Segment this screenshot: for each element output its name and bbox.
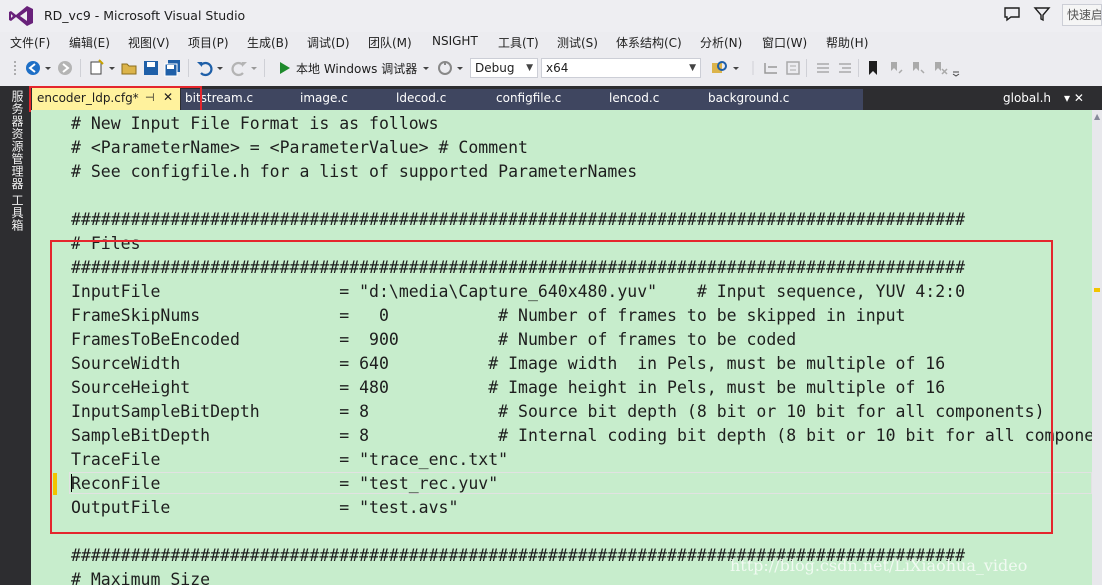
watermark: http://blog.csdn.net/LiXiaohua_video	[730, 556, 1028, 575]
navigate-back-icon[interactable]	[24, 59, 42, 77]
solution-platform-select[interactable]: x64 ▼	[541, 58, 701, 78]
toolbar-separator	[806, 59, 807, 77]
toolbar-separator	[264, 59, 265, 77]
code-line: ########################################…	[71, 210, 966, 229]
menu-window[interactable]: 窗口(W)	[762, 34, 807, 51]
start-debugging-icon[interactable]	[278, 59, 292, 77]
toolbar-grip-icon	[752, 61, 754, 75]
files-section-highlight-box	[50, 240, 1053, 534]
active-tab-highlight-box	[29, 86, 202, 112]
configuration-value: Debug	[475, 61, 515, 75]
chevron-down-icon: ▼	[689, 63, 696, 73]
browse-icon[interactable]	[436, 59, 454, 77]
back-dropdown-icon[interactable]	[44, 59, 52, 77]
menu-project[interactable]: 项目(P)	[188, 34, 229, 51]
toolbox-tab[interactable]: 工具箱	[9, 194, 26, 232]
tab-ldecod-c[interactable]: ldecod.c	[396, 91, 446, 105]
code-line: # Maximum Size	[71, 570, 211, 585]
undo-icon[interactable]	[196, 59, 214, 77]
tab-background-c[interactable]: background.c	[708, 91, 789, 105]
chevron-down-icon: ▼	[526, 63, 533, 73]
open-file-icon[interactable]	[120, 59, 138, 77]
title-bar: RD_vc9 - Microsoft Visual Studio 快速启	[0, 0, 1102, 32]
menu-analyze[interactable]: 分析(N)	[700, 34, 742, 51]
menu-test[interactable]: 测试(S)	[557, 34, 598, 51]
redo-dropdown-icon[interactable]	[250, 59, 258, 77]
browse-dropdown-icon[interactable]	[456, 59, 464, 77]
window-title: RD_vc9 - Microsoft Visual Studio	[44, 8, 246, 23]
bookmark-icon[interactable]	[866, 59, 880, 77]
previous-bookmark-icon[interactable]	[886, 59, 904, 77]
comment-lines-icon[interactable]	[814, 59, 832, 77]
menu-help[interactable]: 帮助(H)	[826, 34, 868, 51]
toolbar-grip-icon	[14, 61, 16, 75]
new-project-icon[interactable]	[88, 59, 106, 77]
toolbar-separator	[188, 59, 189, 77]
tab-lencod-c[interactable]: lencod.c	[609, 91, 659, 105]
save-icon[interactable]	[142, 59, 160, 77]
menu-debug[interactable]: 调试(D)	[307, 34, 350, 51]
menu-architecture[interactable]: 体系结构(C)	[616, 34, 682, 51]
find-dropdown-icon[interactable]	[732, 59, 740, 77]
save-all-icon[interactable]	[164, 59, 182, 77]
menu-file[interactable]: 文件(F)	[10, 34, 50, 51]
clear-bookmarks-icon[interactable]	[930, 59, 948, 77]
code-line: # See configfile.h for a list of support…	[71, 162, 638, 181]
menu-build[interactable]: 生成(B)	[247, 34, 289, 51]
vertical-scrollbar[interactable]: ▲	[1092, 110, 1102, 585]
quick-launch-input[interactable]: 快速启	[1062, 4, 1102, 26]
solution-configuration-select[interactable]: Debug ▼	[470, 58, 538, 78]
feedback-icon[interactable]	[1002, 4, 1022, 24]
menu-nsight[interactable]: NSIGHT	[432, 34, 478, 48]
debugger-dropdown-icon[interactable]	[422, 59, 430, 77]
toolbar-separator	[858, 59, 859, 77]
undo-dropdown-icon[interactable]	[216, 59, 224, 77]
toolbar-separator	[80, 59, 81, 77]
toolbar-overflow-icon[interactable]	[952, 59, 960, 77]
side-tool-strip: 服务器资源管理器 工具箱	[0, 86, 31, 585]
tab-overflow-controls[interactable]: ▾ ✕	[1064, 91, 1084, 105]
code-line: # <ParameterName> = <ParameterValue> # C…	[71, 138, 528, 157]
navigate-forward-icon[interactable]	[56, 59, 74, 77]
start-debugging-label[interactable]: 本地 Windows 调试器	[296, 60, 417, 77]
tab-configfile-c[interactable]: configfile.c	[496, 91, 561, 105]
menu-bar: 文件(F) 编辑(E) 视图(V) 项目(P) 生成(B) 调试(D) 团队(M…	[0, 32, 1102, 52]
new-dropdown-icon[interactable]	[108, 59, 116, 77]
scroll-marker	[1094, 288, 1100, 292]
tab-global-h[interactable]: global.h	[1003, 91, 1051, 105]
menu-edit[interactable]: 编辑(E)	[69, 34, 110, 51]
visual-studio-logo-icon	[9, 6, 33, 26]
filter-icon[interactable]	[1032, 4, 1052, 24]
menu-view[interactable]: 视图(V)	[128, 34, 170, 51]
scroll-up-icon[interactable]: ▲	[1094, 112, 1100, 121]
outline-icon[interactable]	[762, 59, 780, 77]
platform-value: x64	[546, 61, 569, 75]
next-bookmark-icon[interactable]	[908, 59, 926, 77]
code-line: # New Input File Format is as follows	[71, 114, 439, 133]
format-icon[interactable]	[784, 59, 802, 77]
find-in-files-icon[interactable]	[710, 59, 728, 77]
tab-image-c[interactable]: image.c	[300, 91, 348, 105]
menu-team[interactable]: 团队(M)	[368, 34, 412, 51]
server-explorer-tab[interactable]: 服务器资源管理器	[9, 90, 26, 190]
menu-tools[interactable]: 工具(T)	[498, 34, 539, 51]
redo-icon[interactable]	[230, 59, 248, 77]
uncomment-lines-icon[interactable]	[836, 59, 854, 77]
